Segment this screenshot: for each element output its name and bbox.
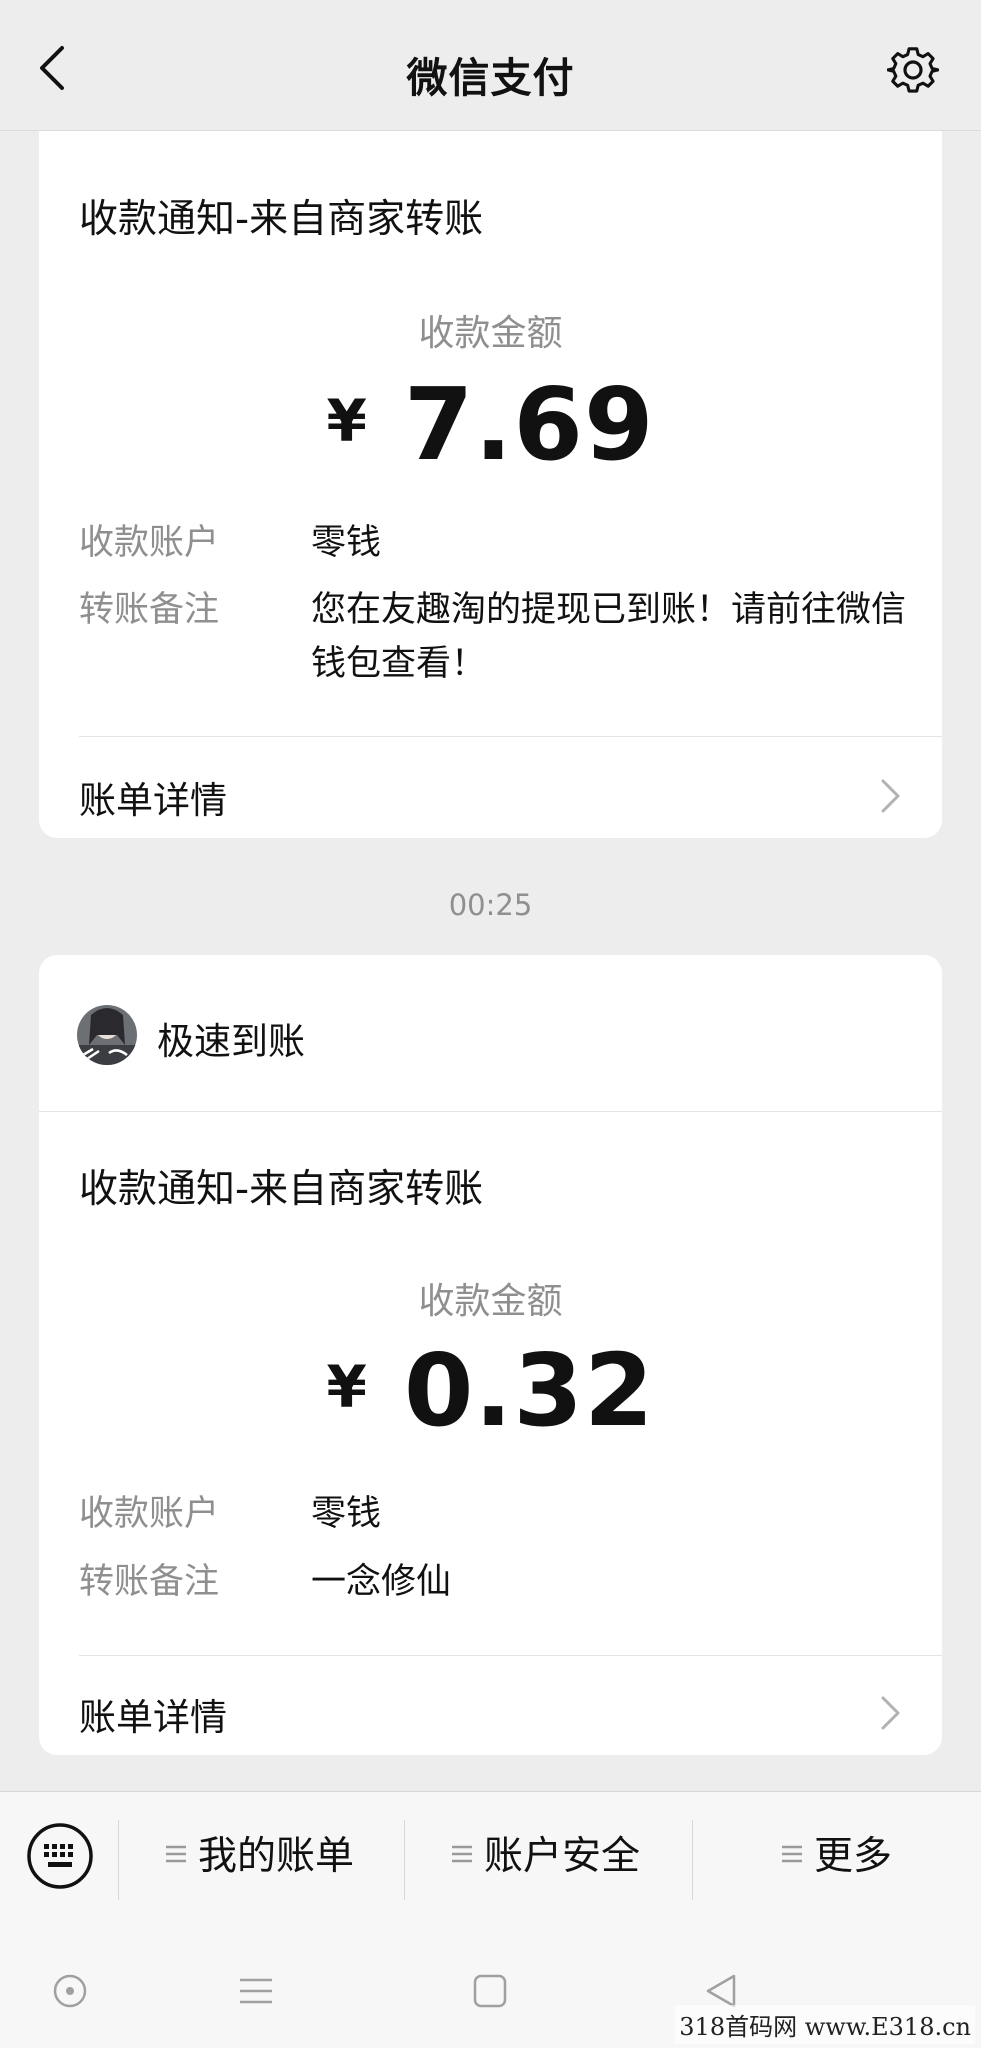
- menu-my-bills[interactable]: 我的账单: [166, 1824, 354, 1890]
- remark-value: 一念修仙: [311, 1562, 452, 1602]
- separator: [404, 1820, 405, 1900]
- divider: [79, 736, 942, 737]
- circle-icon[interactable]: [50, 1971, 90, 2011]
- menu-label: 更多: [814, 1834, 893, 1879]
- payment-notice-card[interactable]: 极速到账 收款通知-来自商家转账 收款金额 ¥0.32 收款账户 零钱 转账备注…: [39, 955, 942, 1755]
- notice-title: 收款通知-来自商家转账: [79, 197, 484, 242]
- menu-more[interactable]: 更多: [782, 1824, 892, 1890]
- keyboard-icon[interactable]: [26, 1822, 94, 1890]
- bill-detail-label: 账单详情: [79, 1696, 227, 1739]
- menu-label: 我的账单: [198, 1834, 355, 1879]
- bill-detail-link[interactable]: 账单详情: [79, 748, 902, 838]
- menu-lines-icon: [452, 1845, 472, 1863]
- account-label: 收款账户: [79, 1494, 220, 1534]
- menu-account-security[interactable]: 账户安全: [452, 1824, 640, 1890]
- separator: [118, 1820, 119, 1900]
- account-value: 零钱: [311, 523, 382, 563]
- message-timestamp: 00:25: [448, 888, 533, 922]
- avatar-image: [77, 1005, 137, 1065]
- account-label: 收款账户: [79, 523, 220, 563]
- currency-symbol: ¥: [326, 387, 368, 455]
- page-title: 微信支付: [406, 54, 575, 102]
- divider: [39, 1111, 942, 1112]
- chevron-right-icon: [881, 779, 900, 813]
- amount: ¥0.32: [39, 1332, 942, 1449]
- payment-notice-card[interactable]: 收款通知-来自商家转账 收款金额 ¥7.69 收款账户 零钱 转账备注 您在友趣…: [39, 108, 942, 838]
- notice-title: 收款通知-来自商家转账: [79, 1167, 484, 1212]
- square-icon[interactable]: [470, 1971, 510, 2011]
- separator: [692, 1820, 693, 1900]
- amount-label: 收款金额: [418, 313, 563, 354]
- amount: ¥7.69: [39, 366, 942, 483]
- remark-value: 您在友趣淘的提现已到账！请前往微信钱包查看！: [311, 590, 907, 684]
- amount-value: 7.69: [403, 366, 655, 483]
- bill-detail-label: 账单详情: [79, 779, 227, 822]
- currency-symbol: ¥: [326, 1353, 368, 1421]
- menu-lines-icon[interactable]: [236, 1971, 276, 2011]
- top-bar: 微信支付: [0, 0, 981, 131]
- chevron-right-icon: [881, 1696, 900, 1730]
- divider: [79, 1655, 942, 1656]
- watermark: 318首码网 www.E318.cn: [675, 2005, 975, 2044]
- menu-lines-icon: [166, 1845, 186, 1863]
- sender-name: 极速到账: [157, 1020, 305, 1063]
- gear-icon[interactable]: [887, 44, 939, 96]
- remark-label: 转账备注: [79, 1562, 220, 1602]
- bottom-menu-bar: 我的账单 账户安全 更多: [0, 1791, 981, 1932]
- remark-label: 转账备注: [79, 590, 220, 630]
- account-value: 零钱: [311, 1494, 382, 1534]
- amount-value: 0.32: [403, 1332, 655, 1449]
- menu-lines-icon: [782, 1845, 802, 1863]
- amount-label: 收款金额: [418, 1281, 563, 1322]
- menu-label: 账户安全: [484, 1834, 641, 1879]
- bill-detail-link[interactable]: 账单详情: [79, 1665, 902, 1755]
- avatar: [77, 1005, 137, 1065]
- remark-row: 转账备注 您在友趣淘的提现已到账！请前往微信钱包查看！: [79, 583, 909, 693]
